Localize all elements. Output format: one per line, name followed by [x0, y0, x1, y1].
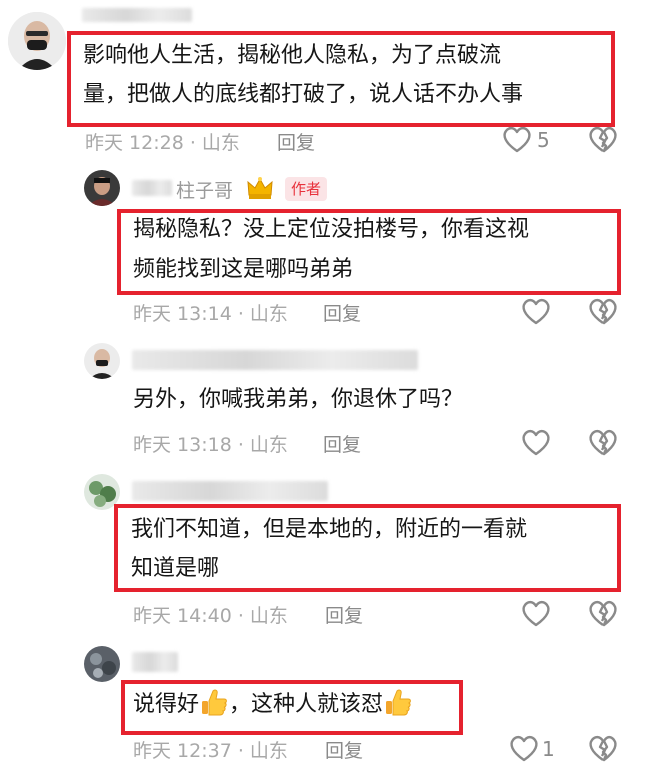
username-redacted [132, 180, 172, 196]
comment-text-line: 影响他人生活，揭秘他人隐私，为了点破流 [83, 43, 502, 68]
broken-heart-icon[interactable] [587, 598, 619, 632]
comment-text-line: 另外，你喊我弟弟，你退休了吗？ [133, 387, 464, 412]
username-redacted [82, 8, 192, 22]
comment-timestamp: 昨天 12:28 · 山东 [85, 132, 240, 154]
heart-outline-icon[interactable] [508, 733, 540, 767]
avatar[interactable] [84, 646, 120, 682]
reply-button[interactable]: 回复 [325, 601, 363, 628]
like-count: 5 [537, 128, 550, 152]
avatar[interactable] [84, 343, 120, 379]
avatar[interactable] [84, 170, 120, 206]
thumbs-up-emoji [383, 687, 413, 717]
reply-button[interactable]: 回复 [277, 128, 315, 155]
thumbs-up-emoji [199, 687, 229, 717]
heart-outline-icon[interactable] [501, 124, 533, 158]
comment-text-line: 揭秘隐私？没上定位没拍楼号，你看这视 [133, 217, 530, 242]
comment-text-line: 我们不知道，但是本地的，附近的一看就 [131, 517, 528, 542]
reply-button[interactable]: 回复 [323, 430, 361, 457]
author-name[interactable]: 柱子哥 [176, 176, 233, 203]
reply-button[interactable]: 回复 [325, 736, 363, 763]
username-redacted [132, 350, 418, 370]
comment-text-line: 频能找到这是哪吗弟弟 [133, 257, 354, 282]
broken-heart-icon[interactable] [587, 427, 619, 461]
comment-timestamp: 昨天 13:18 · 山东 [133, 434, 288, 456]
reply-button[interactable]: 回复 [323, 299, 361, 326]
comment-timestamp: 昨天 14:40 · 山东 [133, 605, 288, 627]
username-redacted [132, 652, 178, 672]
broken-heart-icon[interactable] [587, 733, 619, 767]
username-redacted [132, 481, 328, 501]
heart-outline-icon[interactable] [520, 427, 552, 461]
avatar[interactable] [8, 12, 66, 70]
comment-text: 说得好 ，这种人就该怼 [133, 686, 413, 724]
author-badge: 作者 [285, 177, 328, 201]
crown-icon [246, 175, 274, 205]
comment-text-line: 量，把做人的底线都打破了，说人话不办人事 [83, 82, 524, 107]
comment-text-part: 说得好 [133, 692, 200, 717]
like-count: 1 [542, 737, 555, 761]
heart-outline-icon[interactable] [520, 296, 552, 330]
broken-heart-icon[interactable] [587, 296, 619, 330]
comment-timestamp: 昨天 13:14 · 山东 [133, 303, 288, 325]
comment-text-part: ，这种人就该怼 [229, 692, 384, 717]
broken-heart-icon[interactable] [587, 124, 619, 158]
heart-outline-icon[interactable] [520, 598, 552, 632]
comment-timestamp: 昨天 12:37 · 山东 [133, 740, 288, 762]
comment-text-line: 知道是哪 [131, 556, 220, 581]
